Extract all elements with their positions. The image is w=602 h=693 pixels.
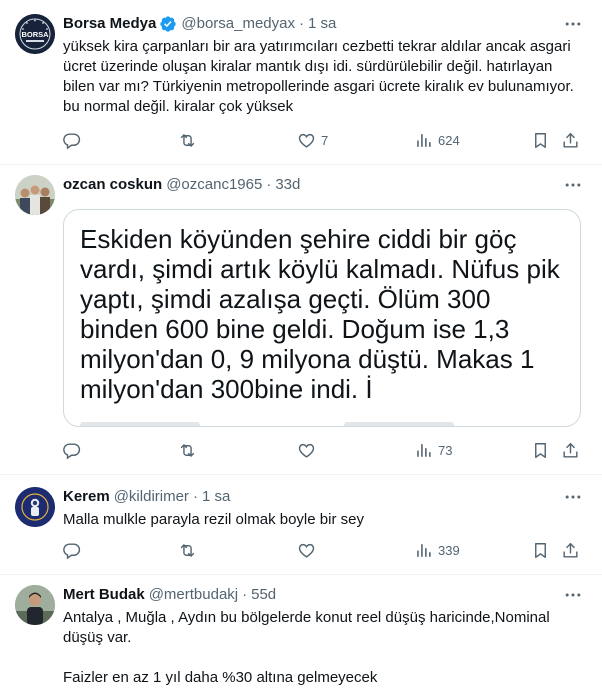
- tweet-header: Kerem @kildirimer · 1 sa: [63, 487, 230, 507]
- verified-badge-icon: [160, 16, 177, 32]
- group-photo-avatar: [15, 175, 55, 215]
- author-handle[interactable]: @mertbudakj: [149, 585, 238, 605]
- avatar[interactable]: BORSA: [15, 14, 55, 54]
- separator-dot: ·: [266, 176, 272, 193]
- reply-button[interactable]: [62, 533, 86, 567]
- views-icon: [414, 131, 433, 150]
- astronaut-avatar: [15, 487, 55, 527]
- bookmark-button[interactable]: [531, 433, 550, 467]
- share-button[interactable]: [561, 433, 580, 467]
- view-count: 339: [438, 542, 460, 558]
- like-button[interactable]: [297, 533, 321, 567]
- author-name[interactable]: Borsa Medya: [63, 14, 156, 34]
- share-button[interactable]: [561, 533, 580, 567]
- retweet-button[interactable]: [178, 533, 202, 567]
- cropped-text-fragment: [344, 422, 454, 426]
- action-bar: 339: [54, 533, 594, 567]
- author-name[interactable]: Kerem: [63, 487, 110, 507]
- timestamp[interactable]: 1 sa: [202, 487, 230, 507]
- retweet-button[interactable]: [178, 123, 202, 157]
- bookmark-button[interactable]: [531, 123, 550, 157]
- like-button[interactable]: 7: [297, 123, 328, 157]
- reply-icon: [62, 131, 81, 150]
- share-icon: [561, 441, 580, 460]
- reply-button[interactable]: [62, 433, 86, 467]
- author-name[interactable]: ozcan coskun: [63, 175, 162, 195]
- bookmark-icon: [531, 131, 550, 150]
- reply-button[interactable]: [62, 123, 86, 157]
- bookmark-icon: [531, 541, 550, 560]
- quoted-image-text: Eskiden köyünden şehire ciddi bir göç va…: [80, 224, 560, 404]
- timestamp[interactable]: 55d: [251, 585, 276, 605]
- retweet-icon: [178, 131, 197, 150]
- action-bar: 7 624: [54, 123, 594, 157]
- author-handle[interactable]: @ozcanc1965: [166, 175, 262, 195]
- tweet-text: yüksek kira çarpanları bir ara yatırımcı…: [63, 38, 574, 115]
- svg-text:BORSA: BORSA: [21, 30, 49, 39]
- like-button[interactable]: [297, 433, 321, 467]
- tweet-text: Antalya , Muğla , Aydın bu bölgelerde ko…: [63, 609, 550, 646]
- borsa-medya-logo: BORSA: [15, 14, 55, 54]
- reply-icon: [62, 541, 81, 560]
- retweet-icon: [178, 541, 197, 560]
- like-icon: [297, 131, 316, 150]
- tweet[interactable]: ozcan coskun @ozcanc1965 · 33d Eskiden k…: [0, 165, 602, 475]
- views-button[interactable]: 339: [414, 533, 460, 567]
- separator-dot: ·: [192, 488, 198, 505]
- share-button[interactable]: [561, 123, 580, 157]
- more-icon[interactable]: [562, 585, 584, 605]
- cropped-text-fragment: [80, 422, 200, 426]
- view-count: 624: [438, 132, 460, 148]
- timestamp[interactable]: 33d: [275, 175, 300, 195]
- more-icon[interactable]: [562, 487, 584, 507]
- like-icon: [297, 541, 316, 560]
- view-count: 73: [438, 442, 453, 458]
- quoted-image[interactable]: Eskiden köyünden şehire ciddi bir göç va…: [63, 209, 581, 427]
- bookmark-button[interactable]: [531, 533, 550, 567]
- like-count: 7: [321, 132, 329, 148]
- more-icon[interactable]: [562, 14, 584, 34]
- tweet-text-paragraph: Faizler en az 1 yıl daha %30 altına gelm…: [63, 669, 378, 686]
- views-icon: [414, 441, 433, 460]
- views-button[interactable]: 73: [414, 433, 452, 467]
- avatar[interactable]: [15, 175, 55, 215]
- reply-icon: [62, 441, 81, 460]
- tweet-text: Malla mulkle parayla rezil olmak boyle b…: [63, 511, 364, 528]
- tweet-header: Borsa Medya @borsa_medyax · 1 sa: [63, 14, 336, 34]
- tweet[interactable]: BORSA Borsa Medya @borsa_medyax · 1 sa y…: [0, 0, 602, 165]
- avatar[interactable]: [15, 585, 55, 625]
- tweet[interactable]: Kerem @kildirimer · 1 sa Malla mulkle pa…: [0, 475, 602, 575]
- author-handle[interactable]: @borsa_medyax: [181, 14, 295, 34]
- retweet-button[interactable]: [178, 433, 202, 467]
- share-icon: [561, 131, 580, 150]
- views-icon: [414, 541, 433, 560]
- bookmark-icon: [531, 441, 550, 460]
- author-name[interactable]: Mert Budak: [63, 585, 145, 605]
- separator-dot: ·: [242, 586, 248, 603]
- separator-dot: ·: [299, 15, 304, 32]
- tweet-header: ozcan coskun @ozcanc1965 · 33d: [63, 175, 300, 195]
- author-handle[interactable]: @kildirimer: [114, 487, 189, 507]
- profile-photo-avatar: [15, 585, 55, 625]
- retweet-icon: [178, 441, 197, 460]
- more-icon[interactable]: [562, 175, 584, 195]
- views-button[interactable]: 624: [414, 123, 460, 157]
- timestamp[interactable]: 1 sa: [308, 14, 336, 34]
- avatar[interactable]: [15, 487, 55, 527]
- action-bar: 73: [54, 433, 594, 467]
- tweet-header: Mert Budak @mertbudakj · 55d: [63, 585, 276, 605]
- share-icon: [561, 541, 580, 560]
- tweet[interactable]: Mert Budak @mertbudakj · 55d Antalya , M…: [0, 575, 602, 693]
- like-icon: [297, 441, 316, 460]
